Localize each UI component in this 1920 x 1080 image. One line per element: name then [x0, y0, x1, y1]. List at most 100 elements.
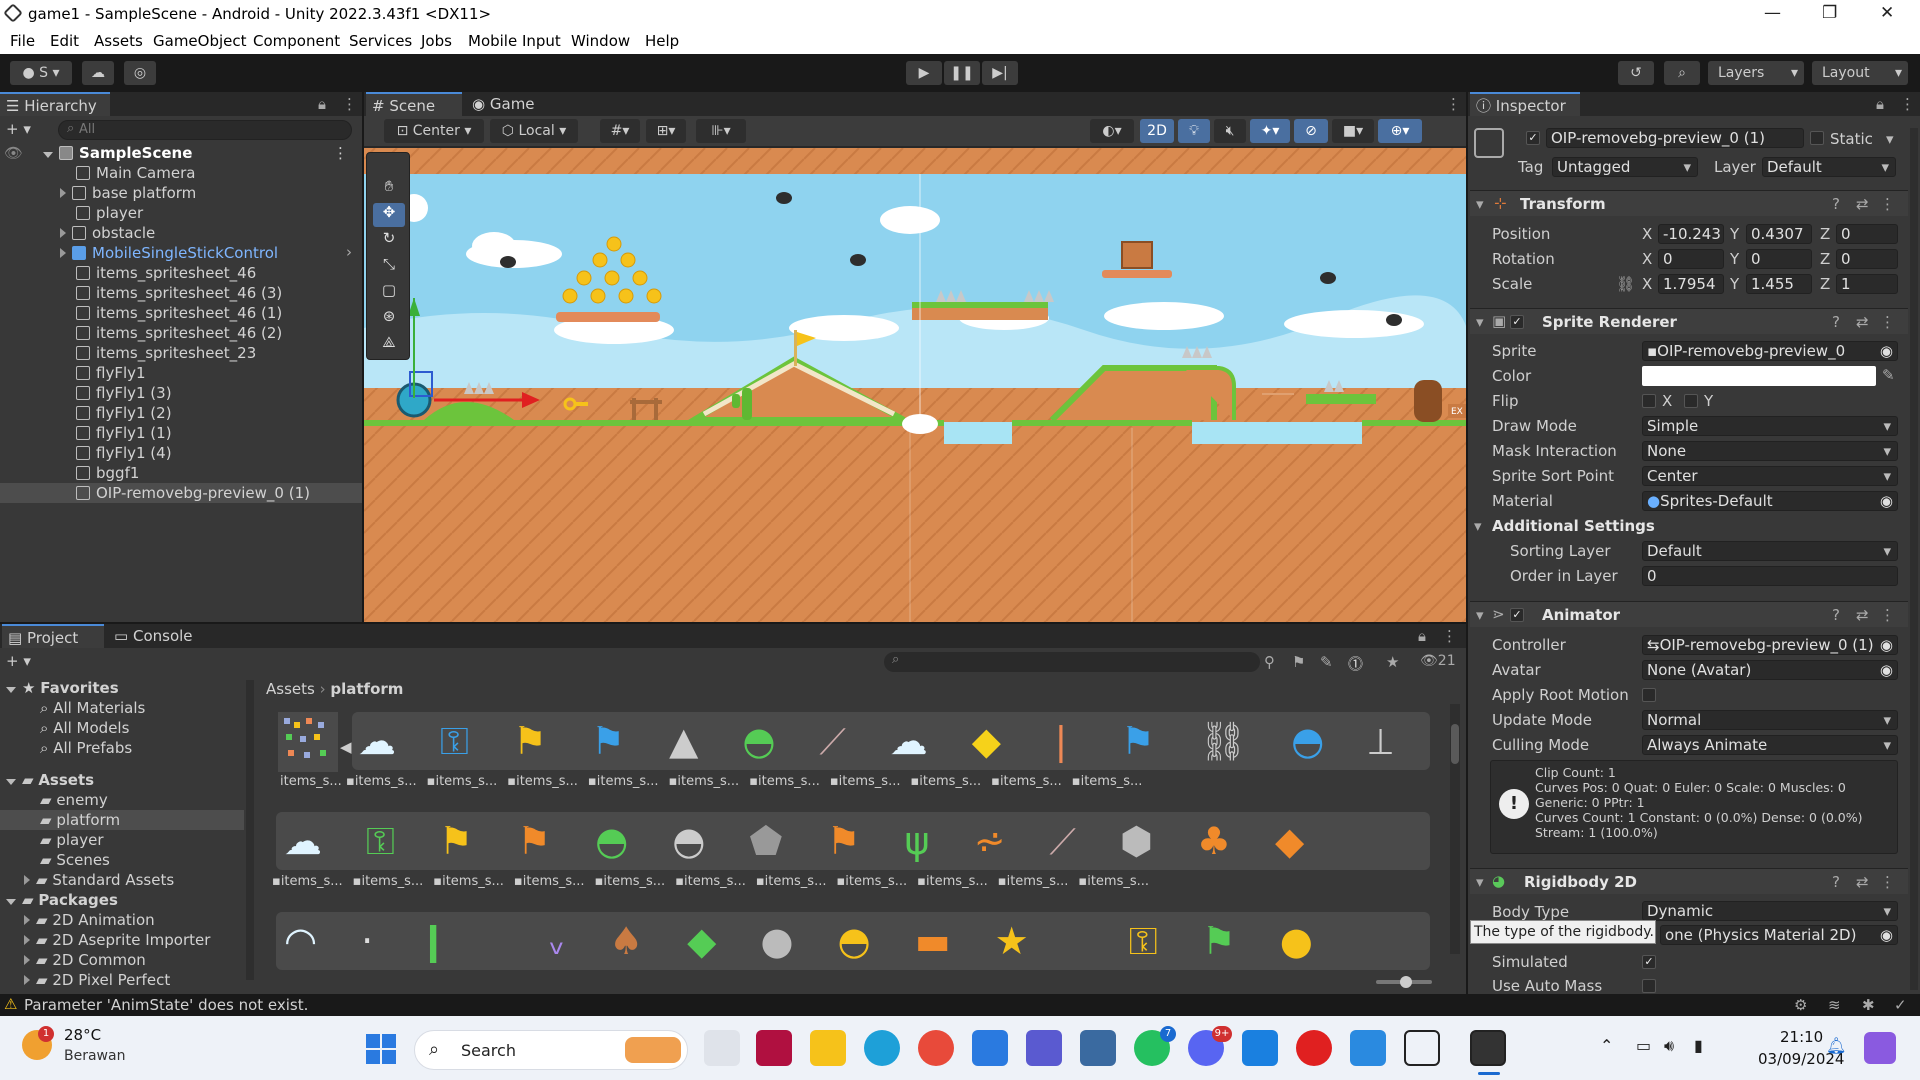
wings-sprite-icon[interactable]: ᵥ	[549, 919, 609, 963]
menu-component[interactable]: Component	[253, 32, 340, 50]
sprite-field[interactable]: ▪︎OIP-removebg-preview_0 ◉	[1642, 341, 1898, 361]
hidden-objects-icon[interactable]: ⊘	[1294, 119, 1328, 143]
culling-mode-dropdown[interactable]: Always Animate	[1642, 735, 1898, 755]
hierarchy-item-prefab[interactable]: MobileSingleStickControl	[60, 243, 278, 263]
rotate-tool-icon[interactable]: ↻	[373, 229, 405, 253]
position-y-field[interactable]: 0.4307	[1746, 224, 1812, 244]
cache-icon[interactable]: ⚙	[1794, 996, 1807, 1014]
camera-icon[interactable]: ■▾	[1332, 119, 1374, 143]
sprite-icons-row-1[interactable]: ☁⚿⚑⚑▲◓⟋☁◆❘⚑⛓◓⟂	[358, 716, 1428, 766]
flag-sprite-icon[interactable]: ⚑	[1121, 719, 1199, 763]
shadow-sprite-icon[interactable]: ·	[361, 919, 417, 963]
menu-edit[interactable]: Edit	[50, 32, 79, 50]
rotation-z-field[interactable]: 0	[1836, 249, 1898, 269]
menu-gameobject[interactable]: GameObject	[153, 32, 247, 50]
cactus-sprite-icon[interactable]: ψ	[905, 819, 974, 863]
button-sprite-icon[interactable]: ◓	[672, 819, 749, 863]
mask-interaction-dropdown[interactable]: None	[1642, 441, 1898, 461]
scene-viewport[interactable]: EX ✋︎ ✥ ↻ ⤡ ▢ ⊛ ⟁	[364, 148, 1466, 622]
hierarchy-search-input[interactable]: ⌕ All	[58, 120, 352, 140]
tag-icon[interactable]: ✎	[1320, 653, 1333, 671]
favorite-star-icon[interactable]: ★	[1386, 653, 1399, 671]
favorite-item[interactable]: ⌕ All Prefabs	[40, 738, 132, 758]
warning-filter-icon[interactable]: ⓵	[1348, 653, 1363, 674]
windows-start-icon[interactable]	[366, 1034, 396, 1064]
collab-icon[interactable]: ◎	[124, 61, 156, 85]
coin-sprite-icon[interactable]: ●	[1280, 919, 1357, 963]
more-icon[interactable]: ⋮	[342, 95, 357, 113]
flip-y-checkbox[interactable]	[1684, 394, 1698, 408]
presets-icon[interactable]: ⇄	[1856, 195, 1869, 213]
hierarchy-item[interactable]: items_spritesheet_23	[76, 343, 256, 363]
toggle-2d-button[interactable]: 2D	[1140, 119, 1174, 143]
slider-handle[interactable]	[1400, 976, 1412, 988]
breadcrumb-item[interactable]: platform	[330, 680, 403, 698]
menu-jobs[interactable]: Jobs	[421, 32, 452, 50]
package-item[interactable]: ▰ 2D Aseprite Importer	[24, 930, 210, 950]
folder-item[interactable]: ▰ Scenes	[40, 850, 110, 870]
cloud-sprite-icon[interactable]: ☁	[358, 719, 440, 763]
presets-icon[interactable]: ⇄	[1856, 873, 1869, 891]
folder-item-selected[interactable]: ▰ platform	[0, 810, 244, 830]
search-by-type-icon[interactable]: ⚲	[1264, 653, 1275, 671]
position-x-field[interactable]: -10.243	[1658, 224, 1724, 244]
key-sprite-icon[interactable]: ⚿	[366, 819, 439, 863]
layout-dropdown[interactable]: Layout ▾	[1812, 61, 1908, 85]
space-dropdown[interactable]: ⬡ Local ▾	[490, 119, 578, 143]
tray-expand-icon[interactable]: ⌃	[1600, 1036, 1613, 1055]
lever-sprite-icon[interactable]: ⟋	[819, 719, 889, 763]
cloud-icon[interactable]: ☁	[82, 61, 114, 85]
sprite-renderer-header[interactable]: ▾ ▣ ✓ Sprite Renderer ? ⇄ ⋮	[1470, 308, 1908, 334]
vscode-icon[interactable]	[972, 1030, 1008, 1066]
material-field[interactable]: ●Sprites-Default ◉	[1642, 491, 1898, 511]
static-checkbox[interactable]	[1810, 131, 1824, 145]
hierarchy-item[interactable]: flyFly1 (1)	[76, 423, 172, 443]
thumbnail-size-slider[interactable]	[1376, 976, 1432, 988]
object-picker-icon[interactable]: ◉	[1880, 926, 1893, 944]
flag-sprite-icon[interactable]: ⚑	[591, 719, 669, 763]
weight-sprite-icon[interactable]: ⬟	[749, 819, 826, 863]
layer-dropdown[interactable]: Default	[1762, 157, 1896, 177]
flag-sprite-icon[interactable]: ⚑	[517, 819, 595, 863]
rigidbody-header[interactable]: ▾ ◕ Rigidbody 2D ? ⇄ ⋮	[1470, 868, 1908, 894]
hierarchy-item[interactable]: bggf1	[76, 463, 139, 483]
eyedropper-icon[interactable]: ✎	[1882, 366, 1895, 384]
snap-increment-icon[interactable]: ⊪▾	[696, 119, 746, 143]
clock-time[interactable]: 21:10	[1780, 1028, 1823, 1046]
button-sprite-icon[interactable]: ◓	[595, 819, 672, 863]
hierarchy-item[interactable]: items_spritesheet_46 (1)	[76, 303, 282, 323]
todo-icon[interactable]	[1242, 1030, 1278, 1066]
chain-sprite-icon[interactable]: ⛓	[1199, 719, 1291, 763]
prefab-open-icon[interactable]: ›	[346, 243, 352, 261]
sprite-icons-row-3[interactable]: ◠·❙·ᵥ♠◆●◓▬★·⚿⚑●	[284, 916, 1434, 966]
simulated-checkbox[interactable]: ✓	[1642, 955, 1656, 969]
hierarchy-item[interactable]: items_spritesheet_46 (2)	[76, 323, 282, 343]
presets-icon[interactable]: ⇄	[1856, 606, 1869, 624]
app-icon-2[interactable]	[1080, 1030, 1116, 1066]
coin-sprite-icon[interactable]: ●	[760, 919, 837, 963]
chrome-icon[interactable]	[918, 1030, 954, 1066]
sort-point-dropdown[interactable]: Center	[1642, 466, 1898, 486]
tab-inspector[interactable]: ⓘ Inspector	[1470, 92, 1580, 116]
hierarchy-item-selected[interactable]: OIP-removebg-preview_0 (1)	[0, 483, 362, 503]
transform-header[interactable]: ▾ ⊹ Transform ? ⇄ ⋮	[1470, 190, 1908, 216]
rope-sprite-icon[interactable]: ❘	[1045, 719, 1121, 763]
account-button[interactable]: ● S ▾	[10, 61, 72, 85]
package-item[interactable]: ▰ 2D Common	[24, 950, 146, 970]
lock-icon[interactable]: 🔒︎	[1418, 627, 1426, 645]
more-icon[interactable]: ⋮	[1900, 95, 1915, 113]
order-in-layer-field[interactable]: 0	[1642, 566, 1898, 586]
add-object-button[interactable]: + ▾	[6, 120, 31, 138]
gem-sprite-icon[interactable]: ◆	[1275, 819, 1348, 863]
hierarchy-item[interactable]: flyFly1 (4)	[76, 443, 172, 463]
assets-root-row[interactable]: ▰ Assets	[6, 770, 94, 790]
layers-dropdown[interactable]: Layers ▾	[1708, 61, 1804, 85]
lock-icon[interactable]: 🔒︎	[1876, 95, 1884, 113]
mushroom-sprite-icon[interactable]: ♣	[1197, 819, 1275, 863]
apply-root-motion-checkbox[interactable]	[1642, 688, 1656, 702]
breadcrumb-item[interactable]: Assets	[266, 680, 315, 698]
body-type-dropdown[interactable]: Dynamic	[1642, 901, 1898, 921]
controller-field[interactable]: ⇆OIP-removebg-preview_0 (1) ◉	[1642, 635, 1898, 655]
use-auto-mass-checkbox[interactable]	[1642, 979, 1656, 993]
animator-header[interactable]: ▾ ⋗ ✓ Animator ? ⇄ ⋮	[1470, 601, 1908, 627]
